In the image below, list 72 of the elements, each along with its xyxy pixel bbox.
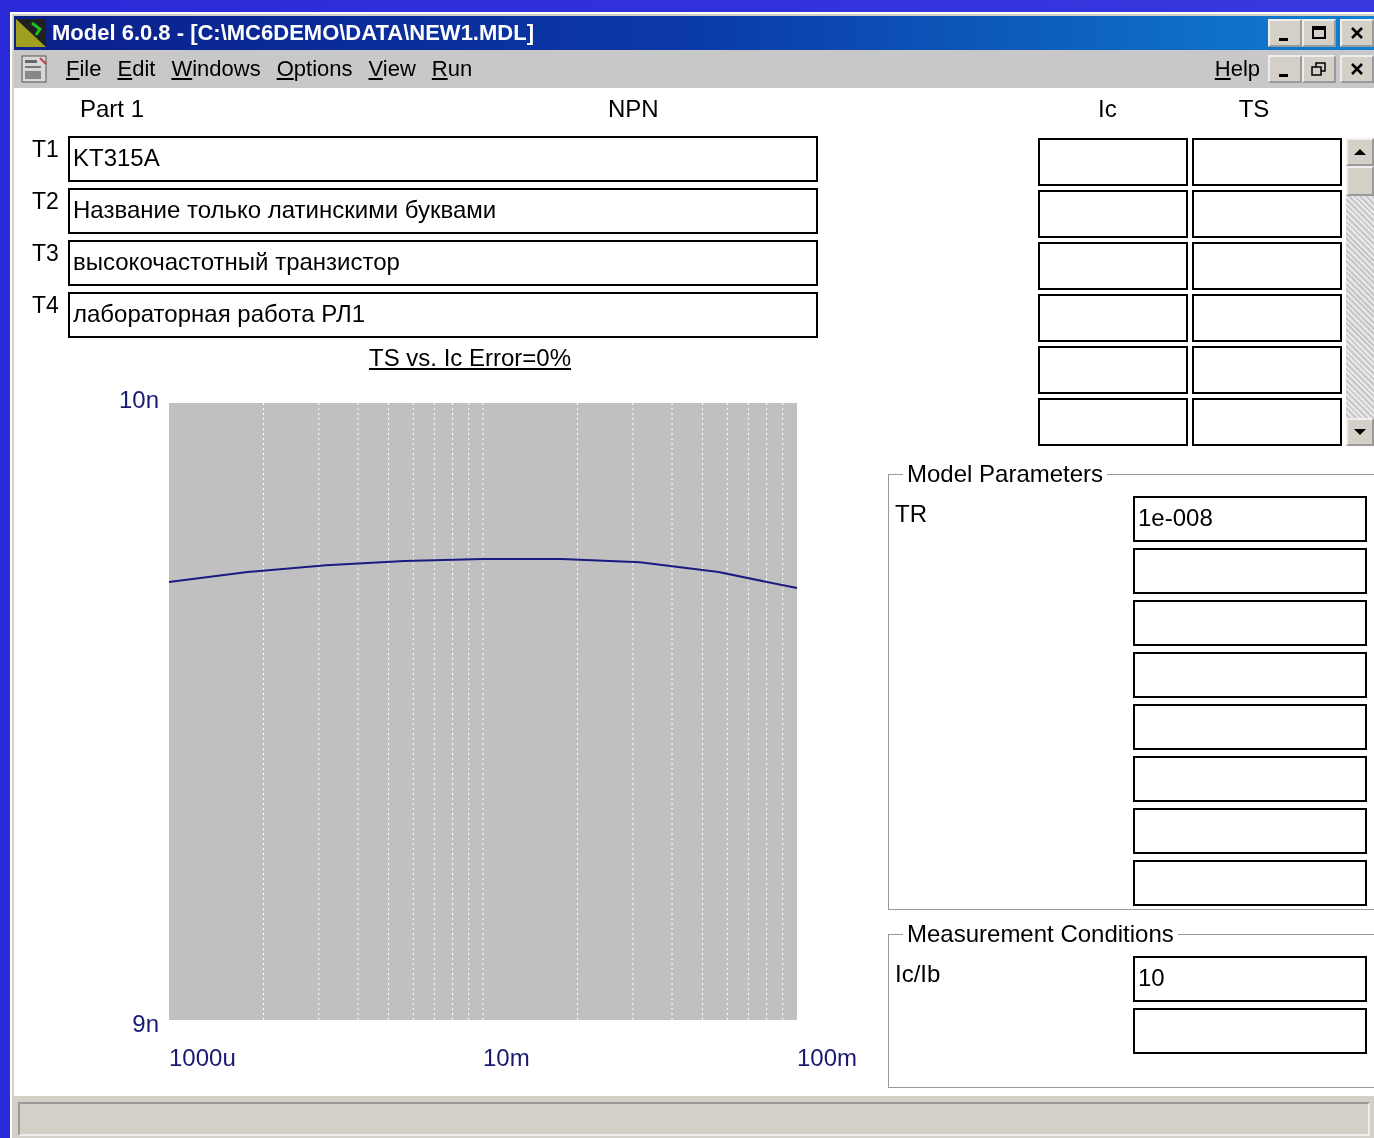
scroll-bar[interactable] (1346, 138, 1374, 446)
table-cell[interactable] (1038, 190, 1188, 238)
x-tick-label: 100m (797, 1044, 858, 1071)
menu-item[interactable]: Windows (163, 56, 269, 82)
parameter-field[interactable] (1133, 756, 1367, 802)
minimize-button[interactable] (1268, 55, 1302, 83)
y-tick-label: 9n (132, 1010, 159, 1037)
up-arrow-icon (1353, 148, 1367, 156)
parameter-field[interactable] (1133, 704, 1367, 750)
text-field[interactable]: Название только латинскими буквами (68, 188, 818, 234)
scroll-thumb[interactable] (1346, 166, 1374, 196)
table-cell[interactable] (1192, 398, 1342, 446)
table-cell[interactable] (1038, 138, 1188, 186)
restore-button[interactable] (1302, 55, 1336, 83)
part-label: Part 1 (80, 95, 145, 123)
minimize-icon (1279, 37, 1288, 41)
menu-item[interactable]: View (360, 56, 424, 82)
close-button[interactable] (1340, 19, 1374, 47)
chart-title: TS vs. Ic Error=0% (369, 344, 572, 372)
table-cell[interactable] (1192, 242, 1342, 290)
field-label: T1 (31, 136, 60, 163)
parameter-field[interactable]: 1e-008 (1133, 496, 1367, 542)
maximize-button[interactable] (1302, 19, 1336, 47)
document-icon[interactable] (20, 54, 50, 84)
scroll-up-button[interactable] (1346, 138, 1374, 166)
parameter-field[interactable] (1133, 808, 1367, 854)
app-icon (16, 19, 46, 47)
minimize-button[interactable] (1268, 19, 1302, 47)
menu-item[interactable]: File (58, 56, 110, 82)
maximize-icon (1311, 26, 1327, 40)
field-label: T2 (31, 188, 60, 215)
x-tick-label: 10m (483, 1044, 530, 1071)
parameter-field[interactable] (1133, 652, 1367, 698)
help-menu[interactable]: Help (1206, 56, 1268, 82)
part-type: NPN (608, 95, 659, 123)
parameter-field[interactable] (1133, 548, 1367, 594)
parameter-field[interactable] (1133, 860, 1367, 906)
text-field[interactable]: лабораторная работа РЛ1 (68, 292, 818, 338)
column-header: Ic (1098, 95, 1117, 123)
minimize-icon (1279, 73, 1288, 77)
menu-item[interactable]: Edit (109, 56, 164, 82)
column-header: TS (1238, 95, 1270, 123)
y-tick-label: 10n (118, 386, 159, 413)
condition-label: Ic/Ib (895, 959, 942, 989)
down-arrow-icon (1353, 428, 1367, 436)
text-field[interactable]: KT315A (68, 136, 818, 182)
scroll-down-button[interactable] (1346, 418, 1374, 446)
menu-item[interactable]: Run (423, 56, 481, 82)
window-title: Model 6.0.8 - [C:\MC6DEMO\DATA\NEW1.MDL] (52, 20, 534, 46)
table-cell[interactable] (1192, 346, 1342, 394)
table-cell[interactable] (1192, 138, 1342, 186)
x-tick-label: 1000u (169, 1044, 236, 1071)
close-icon (1349, 26, 1365, 40)
restore-icon (1311, 62, 1327, 76)
condition-field[interactable] (1133, 1008, 1367, 1054)
table-cell[interactable] (1038, 346, 1188, 394)
parameter-label: TR (895, 499, 928, 529)
table-cell[interactable] (1038, 242, 1188, 290)
table-cell[interactable] (1038, 294, 1188, 342)
field-label: T3 (31, 240, 60, 267)
table-cell[interactable] (1192, 190, 1342, 238)
text-field[interactable]: высокочастотный транзистор (68, 240, 818, 286)
menu-item[interactable]: Options (268, 56, 361, 82)
condition-field[interactable]: 10 (1133, 956, 1367, 1002)
field-label: T4 (31, 292, 60, 319)
table-cell[interactable] (1192, 294, 1342, 342)
close-button[interactable] (1340, 55, 1374, 83)
close-icon (1349, 62, 1365, 76)
table-cell[interactable] (1038, 398, 1188, 446)
group-title: Model Parameters (906, 460, 1105, 488)
parameter-field[interactable] (1133, 600, 1367, 646)
group-title: Measurement Conditions (906, 920, 1175, 948)
